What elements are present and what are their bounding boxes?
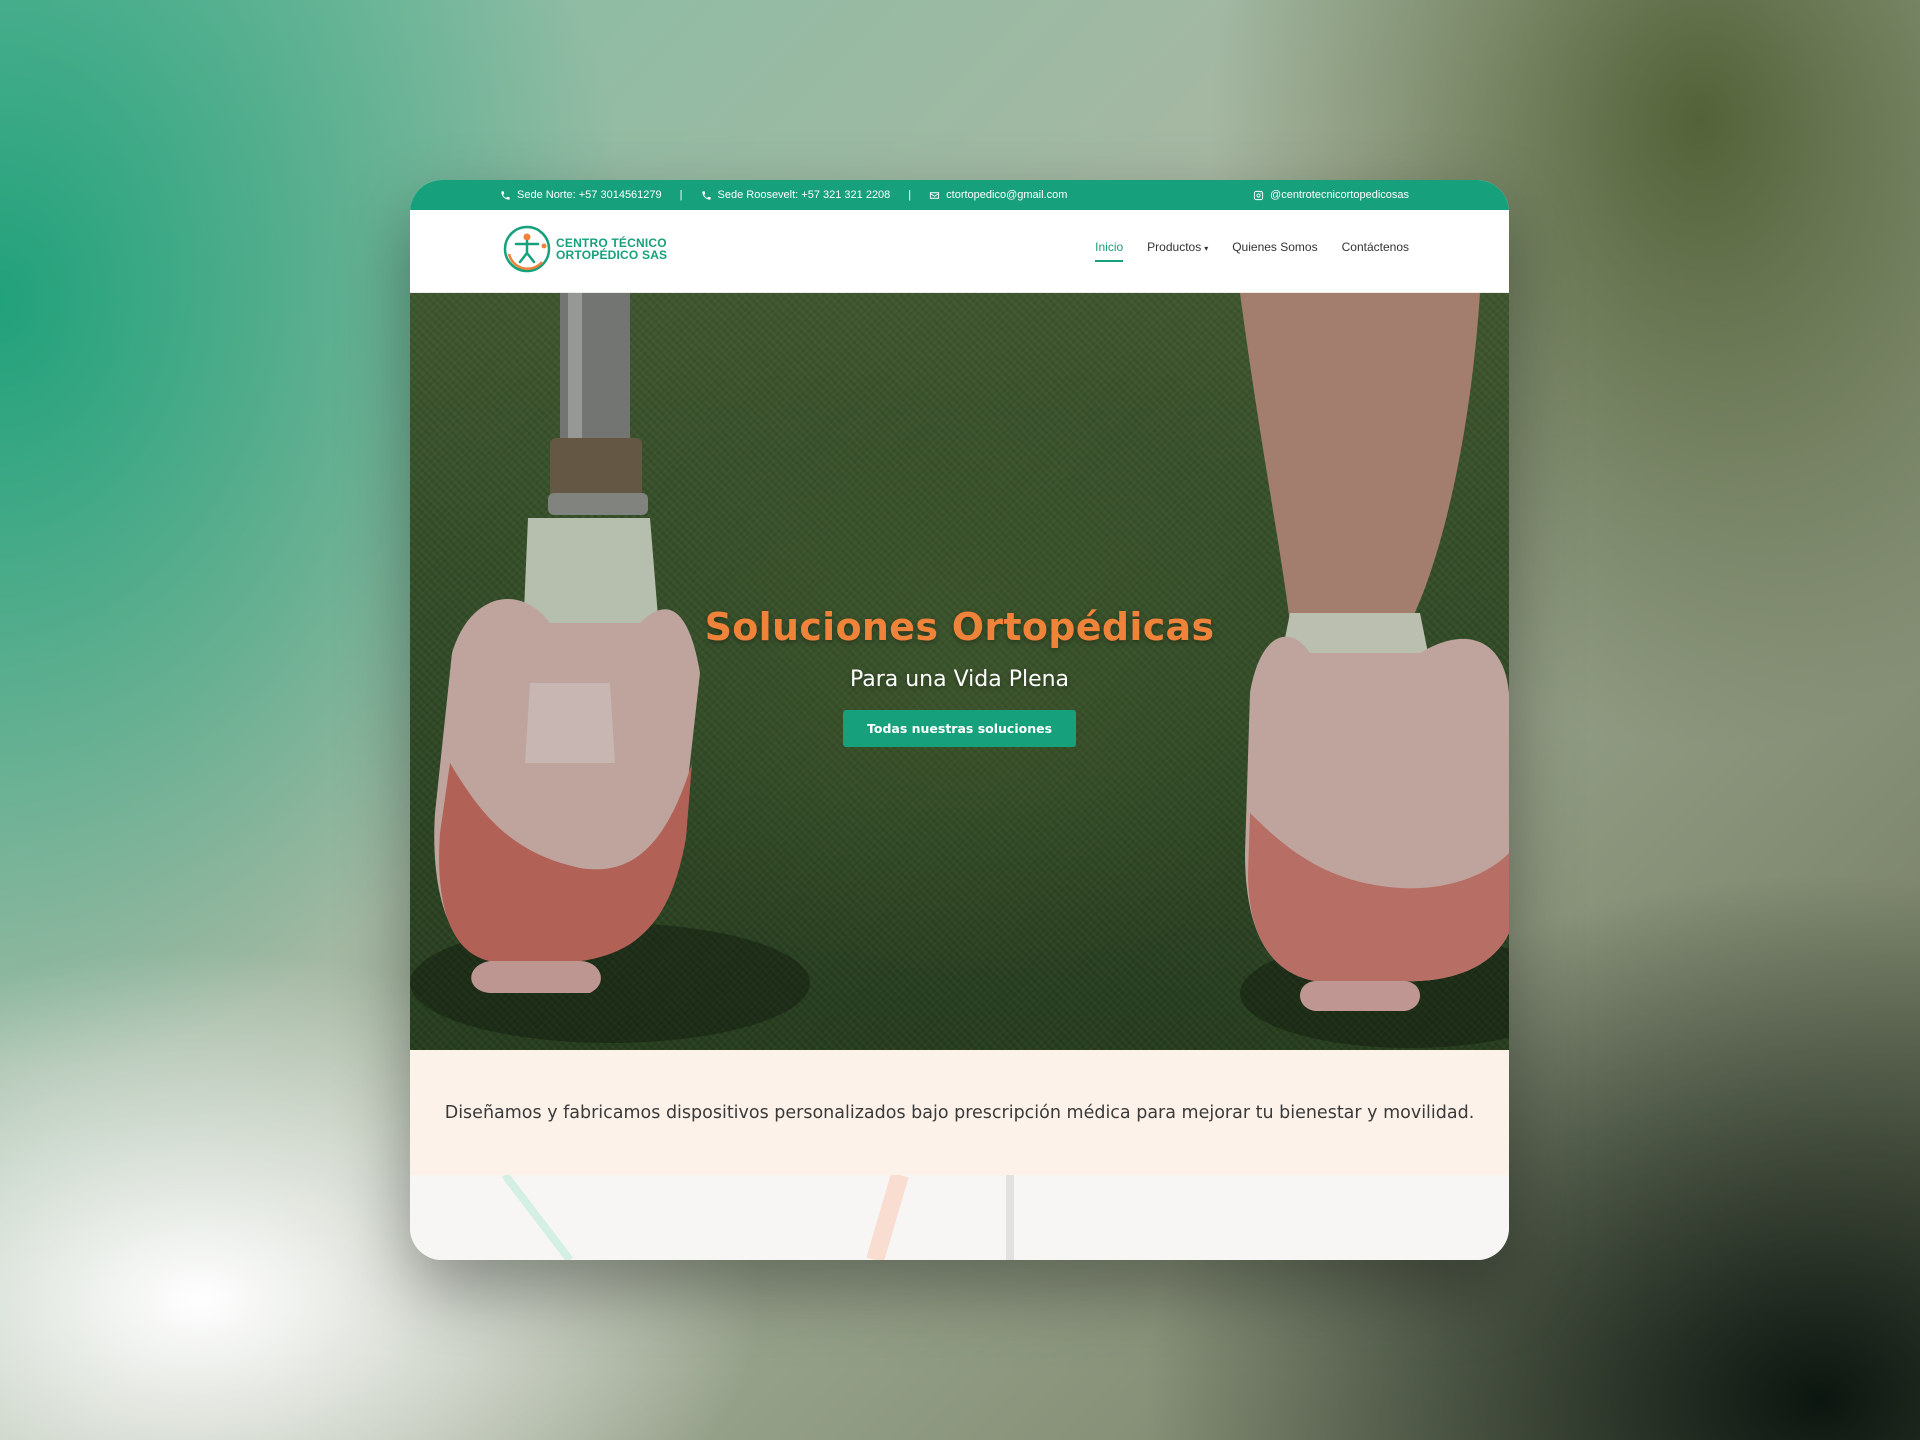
nav-item-productos[interactable]: Productos ▾ bbox=[1147, 240, 1208, 262]
main-header: CENTRO TÉCNICO ORTOPÉDICO SAS Inicio Pro… bbox=[410, 210, 1509, 293]
separator: | bbox=[908, 189, 912, 201]
contact-right: @centrotecnicortopedicosas bbox=[1253, 180, 1409, 210]
hero-content: Soluciones Ortopédicas Para una Vida Ple… bbox=[410, 605, 1509, 747]
nav-item-quienes-somos[interactable]: Quienes Somos bbox=[1232, 240, 1317, 262]
contact-left: Sede Norte: +57 3014561279 | Sede Roosev… bbox=[500, 180, 1067, 210]
brand-name: CENTRO TÉCNICO ORTOPÉDICO SAS bbox=[556, 237, 667, 261]
browser-window: Sede Norte: +57 3014561279 | Sede Roosev… bbox=[410, 180, 1509, 1260]
nav-item-productos-label: Productos bbox=[1147, 240, 1202, 254]
phone-north-link[interactable]: Sede Norte: +57 3014561279 bbox=[500, 189, 662, 201]
email-link[interactable]: ctortopedico@gmail.com bbox=[929, 189, 1067, 201]
intro-section: Diseñamos y fabricamos dispositivos pers… bbox=[410, 1050, 1509, 1175]
brand-logo[interactable]: CENTRO TÉCNICO ORTOPÉDICO SAS bbox=[502, 224, 667, 274]
hero-title: Soluciones Ortopédicas bbox=[704, 605, 1215, 649]
nav-item-inicio[interactable]: Inicio bbox=[1095, 240, 1124, 262]
decorative-lines bbox=[501, 1175, 1014, 1260]
caret-down-icon: ▾ bbox=[1204, 244, 1209, 253]
instagram-handle: @centrotecnicortopedicosas bbox=[1270, 189, 1409, 201]
phone-roosevelt-link[interactable]: Sede Roosevelt: +57 321 321 2208 bbox=[701, 189, 891, 201]
email-text: ctortopedico@gmail.com bbox=[946, 189, 1068, 201]
phone-icon bbox=[701, 190, 711, 200]
instagram-icon bbox=[1253, 190, 1264, 200]
nav-item-contactenos[interactable]: Contáctenos bbox=[1342, 240, 1409, 262]
hero-subtitle: Para una Vida Plena bbox=[849, 667, 1070, 692]
phone-icon bbox=[501, 190, 510, 200]
brand-line-2: ORTOPÉDICO SAS bbox=[556, 248, 668, 262]
phone-north-text: Sede Norte: +57 3014561279 bbox=[517, 189, 662, 201]
instagram-link[interactable]: @centrotecnicortopedicosas bbox=[1253, 189, 1409, 201]
all-solutions-button[interactable]: Todas nuestras soluciones bbox=[842, 710, 1077, 747]
brand-emblem-icon bbox=[503, 225, 551, 273]
next-section-preview bbox=[410, 1175, 1509, 1260]
hero-banner: Soluciones Ortopédicas Para una Vida Ple… bbox=[410, 293, 1509, 1050]
envelope-icon bbox=[930, 191, 940, 199]
intro-text: Diseñamos y fabricamos dispositivos pers… bbox=[444, 1102, 1475, 1123]
separator: | bbox=[679, 189, 683, 201]
main-nav: Inicio Productos ▾ Quienes Somos Contácte… bbox=[1095, 240, 1409, 262]
phone-roosevelt-text: Sede Roosevelt: +57 321 321 2208 bbox=[717, 189, 891, 201]
contact-bar: Sede Norte: +57 3014561279 | Sede Roosev… bbox=[410, 180, 1509, 210]
